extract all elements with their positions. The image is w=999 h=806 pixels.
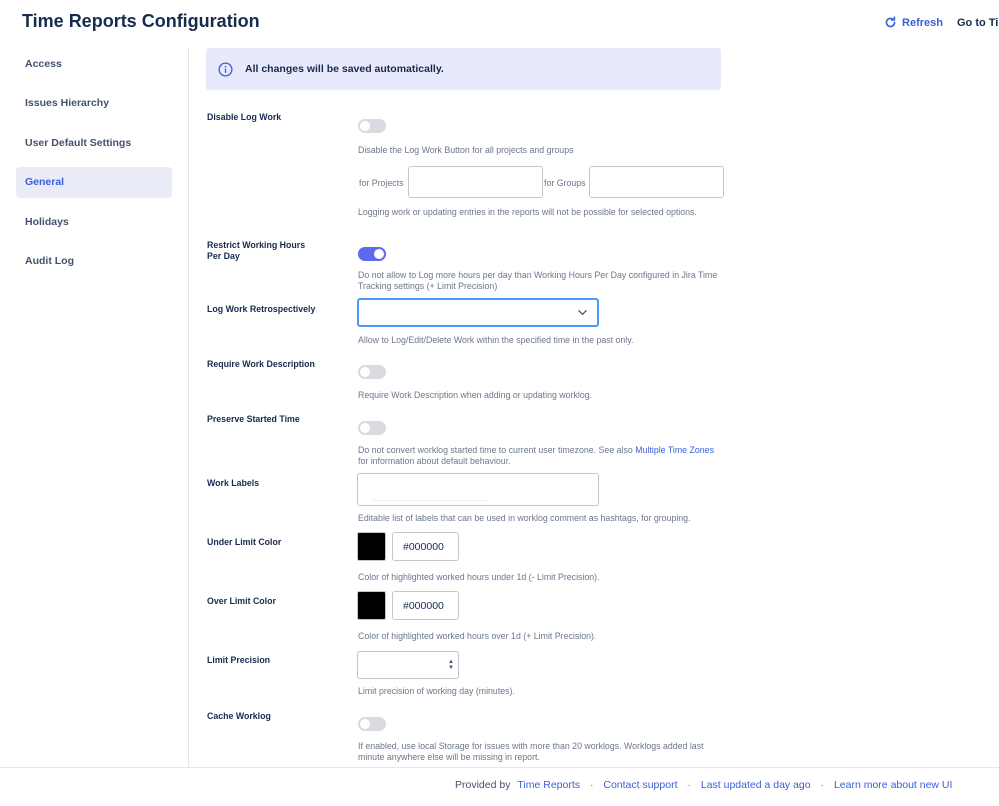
log-work-retrospectively-label: Log Work Retrospectively [207, 304, 316, 314]
under-limit-color-label: Under Limit Color [207, 537, 282, 547]
sidebar-item-user-default-settings[interactable]: User Default Settings [16, 127, 172, 158]
limit-precision-description: Limit precision of working day (minutes)… [358, 686, 515, 696]
sidebar-nav: Access Issues Hierarchy User Default Set… [16, 48, 172, 286]
sidebar-item-audit-log[interactable]: Audit Log [16, 246, 172, 277]
require-work-description-description: Require Work Description when adding or … [358, 390, 593, 400]
refresh-icon [885, 16, 896, 28]
contact-support-link[interactable]: Contact support [603, 779, 677, 791]
multiple-time-zones-link[interactable]: Multiple Time Zones [635, 445, 714, 455]
sidebar-divider [188, 48, 189, 768]
restrict-working-hours-description: Do not allow to Log more hours per day t… [358, 270, 718, 291]
disable-log-work-description: Disable the Log Work Button for all proj… [358, 145, 574, 155]
cache-worklog-description: If enabled, use local Storage for issues… [358, 741, 704, 762]
footer-separator: · [687, 779, 691, 791]
page-title: Time Reports Configuration [22, 11, 260, 31]
limit-precision-label: Limit Precision [207, 655, 271, 665]
disable-log-work-note: Logging work or updating entries in the … [358, 207, 697, 217]
cache-worklog-toggle[interactable] [358, 717, 386, 731]
under-limit-color-input[interactable] [392, 532, 459, 561]
log-work-retrospectively-description: Allow to Log/Edit/Delete Work within the… [358, 335, 634, 345]
footer-separator: · [589, 779, 594, 791]
over-limit-color-description: Color of highlighted worked hours over 1… [358, 631, 597, 641]
cache-worklog-label: Cache Worklog [207, 711, 271, 721]
refresh-label: Refresh [902, 16, 943, 29]
restrict-working-hours-label: Restrict Working Hours Per Day [207, 240, 306, 261]
work-labels-input[interactable] [357, 473, 599, 506]
groups-input[interactable] [589, 166, 724, 198]
work-labels-placeholder-line [372, 500, 488, 501]
retrospective-select[interactable] [357, 298, 599, 327]
restrict-working-hours-toggle[interactable] [358, 247, 386, 261]
preserve-started-time-text: Do not convert worklog started time to c… [358, 445, 633, 455]
chevron-down-icon [578, 310, 587, 315]
stepper-arrows-icon[interactable]: ▲ ▼ [448, 659, 454, 671]
preserve-started-time-label: Preserve Started Time [207, 414, 300, 424]
footer-separator: · [820, 779, 825, 791]
disable-log-work-toggle[interactable] [358, 119, 386, 133]
footer: Provided by Time Reports · Contact suppo… [0, 767, 999, 806]
banner-text: All changes will be saved automatically. [245, 63, 444, 75]
disable-log-work-label: Disable Log Work [207, 112, 282, 122]
require-work-description-label: Require Work Description [207, 359, 315, 369]
sidebar-item-holidays[interactable]: Holidays [16, 206, 172, 237]
footer-links: Provided by Time Reports · Contact suppo… [455, 779, 952, 791]
sidebar-item-access[interactable]: Access [16, 48, 172, 79]
for-projects-label: for Projects [359, 178, 404, 188]
refresh-button[interactable]: Refresh [884, 16, 943, 29]
projects-input[interactable] [408, 166, 543, 198]
info-icon [218, 61, 233, 77]
work-labels-description: Editable list of labels that can be used… [358, 513, 691, 523]
top-actions: Refresh Go to Tim [884, 16, 999, 29]
preserve-started-time-description: Do not convert worklog started time to c… [358, 445, 718, 467]
over-limit-color-swatch[interactable] [357, 591, 386, 620]
autosave-banner: All changes will be saved automatically. [206, 48, 721, 90]
preserve-started-time-text-after: for information about default behaviour. [358, 456, 511, 466]
under-limit-color-description: Color of highlighted worked hours under … [358, 572, 600, 582]
go-to-link[interactable]: Go to Tim [957, 17, 999, 29]
require-work-description-toggle[interactable] [358, 365, 386, 379]
over-limit-color-input[interactable] [392, 591, 459, 620]
preserve-started-time-toggle[interactable] [358, 421, 386, 435]
limit-precision-input[interactable]: ▲ ▼ [357, 651, 459, 679]
sidebar-item-issues-hierarchy[interactable]: Issues Hierarchy [16, 88, 172, 119]
for-groups-label: for Groups [544, 178, 586, 188]
learn-more-link[interactable]: Learn more about new UI [834, 779, 952, 791]
work-labels-label: Work Labels [207, 478, 260, 488]
over-limit-color-label: Over Limit Color [207, 596, 276, 606]
under-limit-color-swatch[interactable] [357, 532, 386, 561]
sidebar-item-general[interactable]: General [16, 166, 172, 198]
last-updated-link[interactable]: Last updated a day ago [701, 779, 811, 791]
time-reports-link[interactable]: Time Reports [517, 779, 580, 791]
provided-by-text: Provided by [455, 779, 511, 791]
